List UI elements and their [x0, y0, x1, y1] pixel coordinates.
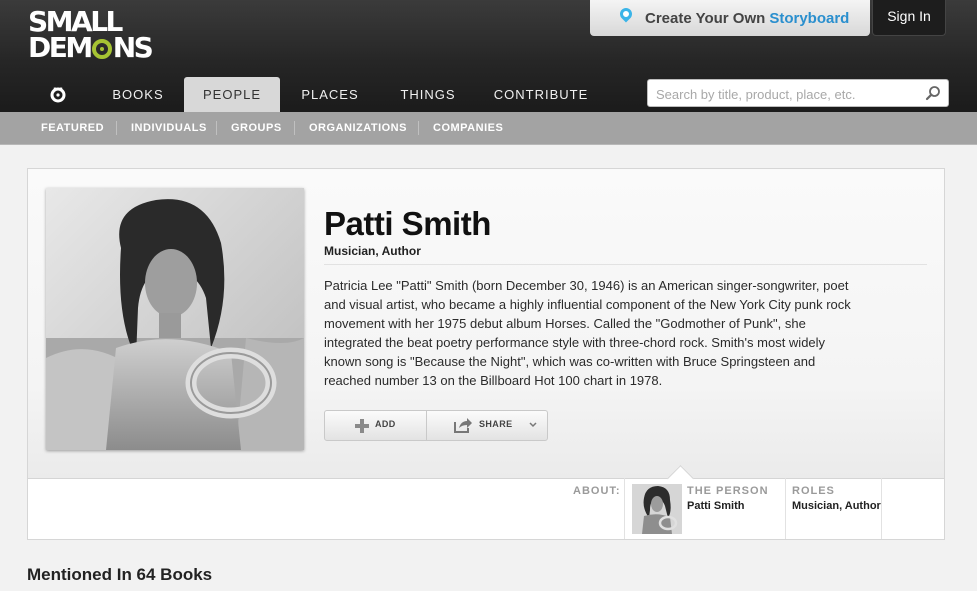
storyboard-prefix: Create Your Own: [645, 9, 766, 27]
subnav-divider: [294, 121, 295, 135]
person-header: Patti Smith Musician, Author Patricia Le…: [28, 169, 944, 479]
search-icon[interactable]: [925, 85, 941, 101]
about-person-thumbnail[interactable]: [632, 484, 682, 534]
subnav-item-featured[interactable]: FEATURED: [41, 112, 104, 144]
create-storyboard-button[interactable]: Create Your Own Storyboard: [590, 0, 870, 36]
about-label: ABOUT:: [573, 485, 621, 497]
action-bar: ADD SHARE: [324, 410, 548, 441]
divider: [324, 264, 927, 265]
sign-in-button[interactable]: Sign In: [872, 0, 946, 36]
mentioned-in-books-heading: Mentioned In 64 Books: [27, 565, 213, 584]
about-roles-head: ROLES: [792, 485, 835, 497]
logo-o-mark-icon: [91, 39, 112, 59]
map-pin-icon: [617, 5, 635, 23]
subnav-item-groups[interactable]: GROUPS: [231, 112, 282, 144]
site-header: SMALL DEM NS Create Your Own Storyboard Si…: [0, 0, 977, 112]
logo-line-2: DEM NS: [28, 34, 168, 62]
logo-line-2-a: DEM: [28, 31, 93, 64]
person-card: Patti Smith Musician, Author Patricia Le…: [27, 168, 945, 540]
subnav-item-companies[interactable]: COMPANIES: [433, 112, 503, 144]
about-column-divider: [624, 478, 625, 539]
nav-item-books[interactable]: BOOKS: [102, 77, 174, 112]
person-roles: Musician, Author: [324, 244, 421, 258]
person-bio: Patricia Lee "Patti" Smith (born Decembe…: [324, 278, 851, 388]
plus-icon: [355, 419, 369, 433]
share-label: SHARE: [479, 419, 513, 429]
nav-item-contribute[interactable]: CONTRIBUTE: [486, 77, 596, 112]
about-person-head: THE PERSON: [687, 485, 769, 497]
search-input[interactable]: [654, 84, 918, 104]
about-column-divider: [881, 478, 882, 539]
about-column-divider: [785, 478, 786, 539]
subnav-divider: [116, 121, 117, 135]
person-name: Patti Smith: [324, 205, 491, 242]
chevron-down-icon: [529, 422, 537, 428]
storyboard-label: Create Your Own Storyboard: [645, 10, 849, 27]
add-label: ADD: [375, 419, 396, 429]
small-demons-logo[interactable]: SMALL DEM NS: [28, 8, 168, 62]
storyboard-accent: Storyboard: [769, 9, 850, 27]
subnav-divider: [418, 121, 419, 135]
thumbnail-photo: [632, 484, 682, 534]
search-box: [647, 79, 949, 107]
nav-item-people[interactable]: PEOPLE: [184, 77, 280, 112]
nav-item-things[interactable]: THINGS: [390, 77, 466, 112]
subnav-item-individuals[interactable]: INDIVIDUALS: [131, 112, 207, 144]
share-icon: [454, 418, 472, 433]
person-portrait[interactable]: [46, 188, 304, 450]
portrait-photo: [46, 188, 304, 450]
nav-item-places[interactable]: PLACES: [290, 77, 370, 112]
about-roles-value: Musician, Author: [792, 500, 881, 512]
about-person-value[interactable]: Patti Smith: [687, 500, 744, 512]
share-button[interactable]: SHARE: [427, 411, 547, 440]
logo-line-2-b: NS: [112, 31, 154, 64]
subnav-item-organizations[interactable]: ORGANIZATIONS: [309, 112, 407, 144]
add-button[interactable]: ADD: [325, 411, 427, 440]
subnav-divider: [216, 121, 217, 135]
sub-nav: FEATURED INDIVIDUALS GROUPS ORGANIZATION…: [0, 112, 977, 145]
small-demons-o-icon[interactable]: [50, 87, 66, 103]
